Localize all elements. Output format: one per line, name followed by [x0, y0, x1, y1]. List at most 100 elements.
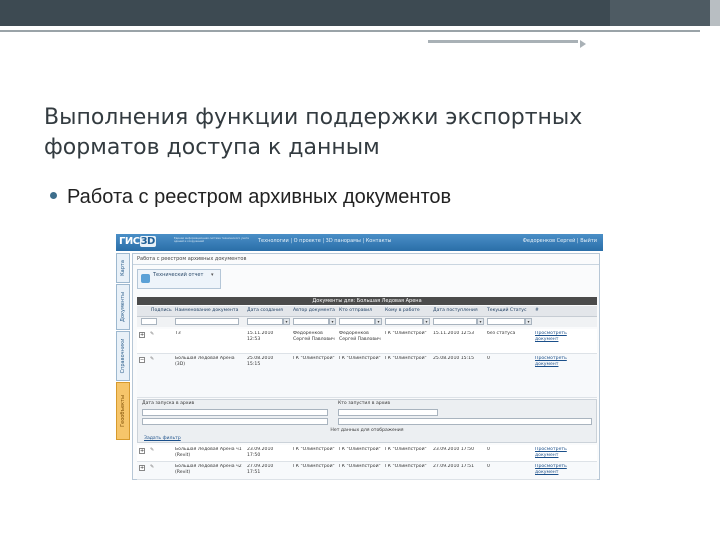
bullet-icon [50, 192, 57, 200]
cell-received: 23.09.2010 17:50 [433, 447, 475, 452]
logo-text: ГИС [119, 236, 140, 247]
chevron-down-icon[interactable]: ▾ [329, 318, 336, 325]
cell-name: Большая Ледовая Арена ч1 (Revit) [175, 447, 242, 458]
document-type-icon [141, 274, 150, 283]
view-document-link[interactable]: Просмотреть документ [535, 331, 579, 343]
archive-subpanel: Дата запуска в архив Кто запустил в архи… [137, 399, 597, 443]
cell-status: 0 [487, 356, 490, 361]
cell-received: 27.09.2010 17:51 [433, 464, 475, 469]
cell-sender: ГК "Олимпстрой" [339, 447, 381, 452]
filter-signature[interactable] [141, 318, 157, 325]
slide-accent-arrow [580, 40, 586, 48]
table-row[interactable]: + ✎ ТЗ 15.11.2010 12:53 Федоренков Серге… [137, 329, 597, 354]
filter-author[interactable] [293, 318, 329, 325]
cell-received: 25.08.2010 15:15 [433, 356, 475, 361]
top-nav[interactable]: Технологии | О проекте | 3D панорамы | К… [258, 238, 391, 244]
tab-documents[interactable]: Документы [116, 284, 130, 330]
tab-references[interactable]: Справочники [116, 331, 130, 381]
table-header: Подпись Наименование документа Дата созд… [137, 306, 597, 317]
cell-received: 15.11.2010 12:53 [433, 331, 475, 336]
chevron-down-icon[interactable]: ▾ [525, 318, 532, 325]
filter-created[interactable] [247, 318, 283, 325]
set-filter-link[interactable]: Задать фильтр [144, 436, 181, 441]
filter-received[interactable] [433, 318, 477, 325]
filter-name[interactable] [175, 318, 239, 325]
cell-status: 0 [487, 447, 490, 452]
cell-author: ГК "Олимпстрой" [293, 464, 335, 469]
col-actions: # [535, 308, 539, 313]
signature-icon: ✎ [150, 447, 155, 453]
archive-user-filter[interactable] [338, 409, 438, 416]
archive-user-filter-2[interactable] [338, 418, 592, 425]
archive-date-filter[interactable] [142, 409, 328, 416]
chevron-down-icon[interactable]: ▾ [375, 318, 382, 325]
col-author[interactable]: Автор документа [293, 308, 335, 313]
col-receiver[interactable]: Кому в работе [385, 308, 420, 313]
tab-documents-label: Документы [120, 292, 126, 322]
calendar-icon[interactable]: ▾ [283, 318, 290, 325]
expand-icon[interactable]: + [139, 332, 145, 338]
slide-top-bar-edge [710, 0, 720, 26]
col-sender[interactable]: Кто отправил [339, 308, 372, 313]
cell-status: без статуса [487, 331, 516, 336]
slide-top-bar [0, 0, 710, 26]
col-name[interactable]: Наименование документа [175, 308, 238, 313]
empty-message: Нет данных для отображения [330, 428, 404, 433]
filter-sender[interactable] [339, 318, 375, 325]
table-row[interactable]: − ✎ Большая Ледовая Арена (3D) 25.08.201… [137, 354, 597, 398]
table-title: Документы для: Большая Ледовая Арена [137, 297, 597, 305]
filter-status[interactable] [487, 318, 525, 325]
archive-date-label: Дата запуска в архив [142, 401, 195, 406]
cell-author: ГК "Олимпстрой" [293, 447, 335, 452]
cell-name: Большая Ледовая Арена ч2 (Revit) [175, 464, 242, 475]
cell-receiver: ГК "Олимпстрой" [385, 331, 427, 336]
cell-name: Большая Ледовая Арена (3D) [175, 356, 235, 367]
logo-subtitle: Единая информационная система техническо… [174, 237, 249, 244]
breadcrumb-divider [133, 264, 599, 265]
cell-sender: Федоренков Сергей Павлович [339, 331, 381, 342]
col-signature[interactable]: Подпись [151, 308, 172, 313]
cell-sender: ГК "Олимпстрой" [339, 356, 381, 361]
cell-created: 27.09.2010 17:51 [247, 464, 274, 475]
view-document-link[interactable]: Просмотреть документ [535, 356, 579, 368]
slide-title: Выполнения функции поддержки экспортных … [44, 105, 583, 160]
col-created[interactable]: Дата создания [247, 308, 283, 313]
chevron-down-icon[interactable]: ▾ [423, 318, 430, 325]
tab-map[interactable]: Карта [116, 253, 130, 283]
calendar-icon[interactable]: ▾ [477, 318, 484, 325]
expand-icon[interactable]: + [139, 448, 145, 454]
chevron-down-icon[interactable]: ▾ [211, 272, 214, 278]
app-logo[interactable]: ГИС3D [119, 236, 156, 249]
col-status[interactable]: Текущий Статус [487, 308, 527, 313]
col-received[interactable]: Дата поступления [433, 308, 478, 313]
document-type-selector[interactable]: Технический отчет ▾ [137, 269, 221, 289]
collapse-icon[interactable]: − [139, 357, 145, 363]
filter-receiver[interactable] [385, 318, 423, 325]
filter-row: ▾ ▾ ▾ ▾ ▾ ▾ [137, 317, 597, 327]
cell-name: ТЗ [175, 331, 181, 336]
tab-geoobjects[interactable]: Геообъекты [116, 382, 130, 440]
view-document-link[interactable]: Просмотреть документ [535, 464, 579, 476]
signature-icon: ✎ [150, 464, 155, 470]
cell-created: 25.08.2010 15:15 [247, 356, 274, 367]
expand-icon[interactable]: + [139, 465, 145, 471]
cell-receiver: ГК "Олимпстрой" [385, 447, 427, 452]
cell-receiver: ГК "Олимпстрой" [385, 356, 427, 361]
table-row[interactable]: + ✎ Большая Ледовая Арена ч1 (Revit) 23.… [137, 445, 597, 462]
cell-created: 23.09.2010 17:50 [247, 447, 274, 458]
cell-created: 15.11.2010 12:53 [247, 331, 274, 342]
tab-geoobjects-label: Геообъекты [120, 395, 126, 427]
archive-user-label: Кто запустил в архив [338, 401, 391, 406]
bullet-text: Работа с реестром архивных документов [67, 186, 452, 208]
cell-author: ГК "Олимпстрой" [293, 356, 335, 361]
breadcrumb: Работа с реестром архивных документов [137, 256, 247, 262]
bullet-item: Работа с реестром архивных документов [50, 186, 451, 209]
user-menu[interactable]: Федоренков Сергей | Выйти [523, 238, 597, 244]
archive-date-filter-2[interactable] [142, 418, 328, 425]
tab-map-label: Карта [120, 260, 126, 276]
view-document-link[interactable]: Просмотреть документ [535, 447, 579, 459]
signature-icon: ✎ [150, 331, 155, 337]
tab-references-label: Справочники [120, 338, 126, 374]
app-screenshot: ГИС3D Единая информационная система техн… [116, 234, 603, 480]
table-row[interactable]: + ✎ Большая Ледовая Арена ч2 (Revit) 27.… [137, 462, 597, 480]
